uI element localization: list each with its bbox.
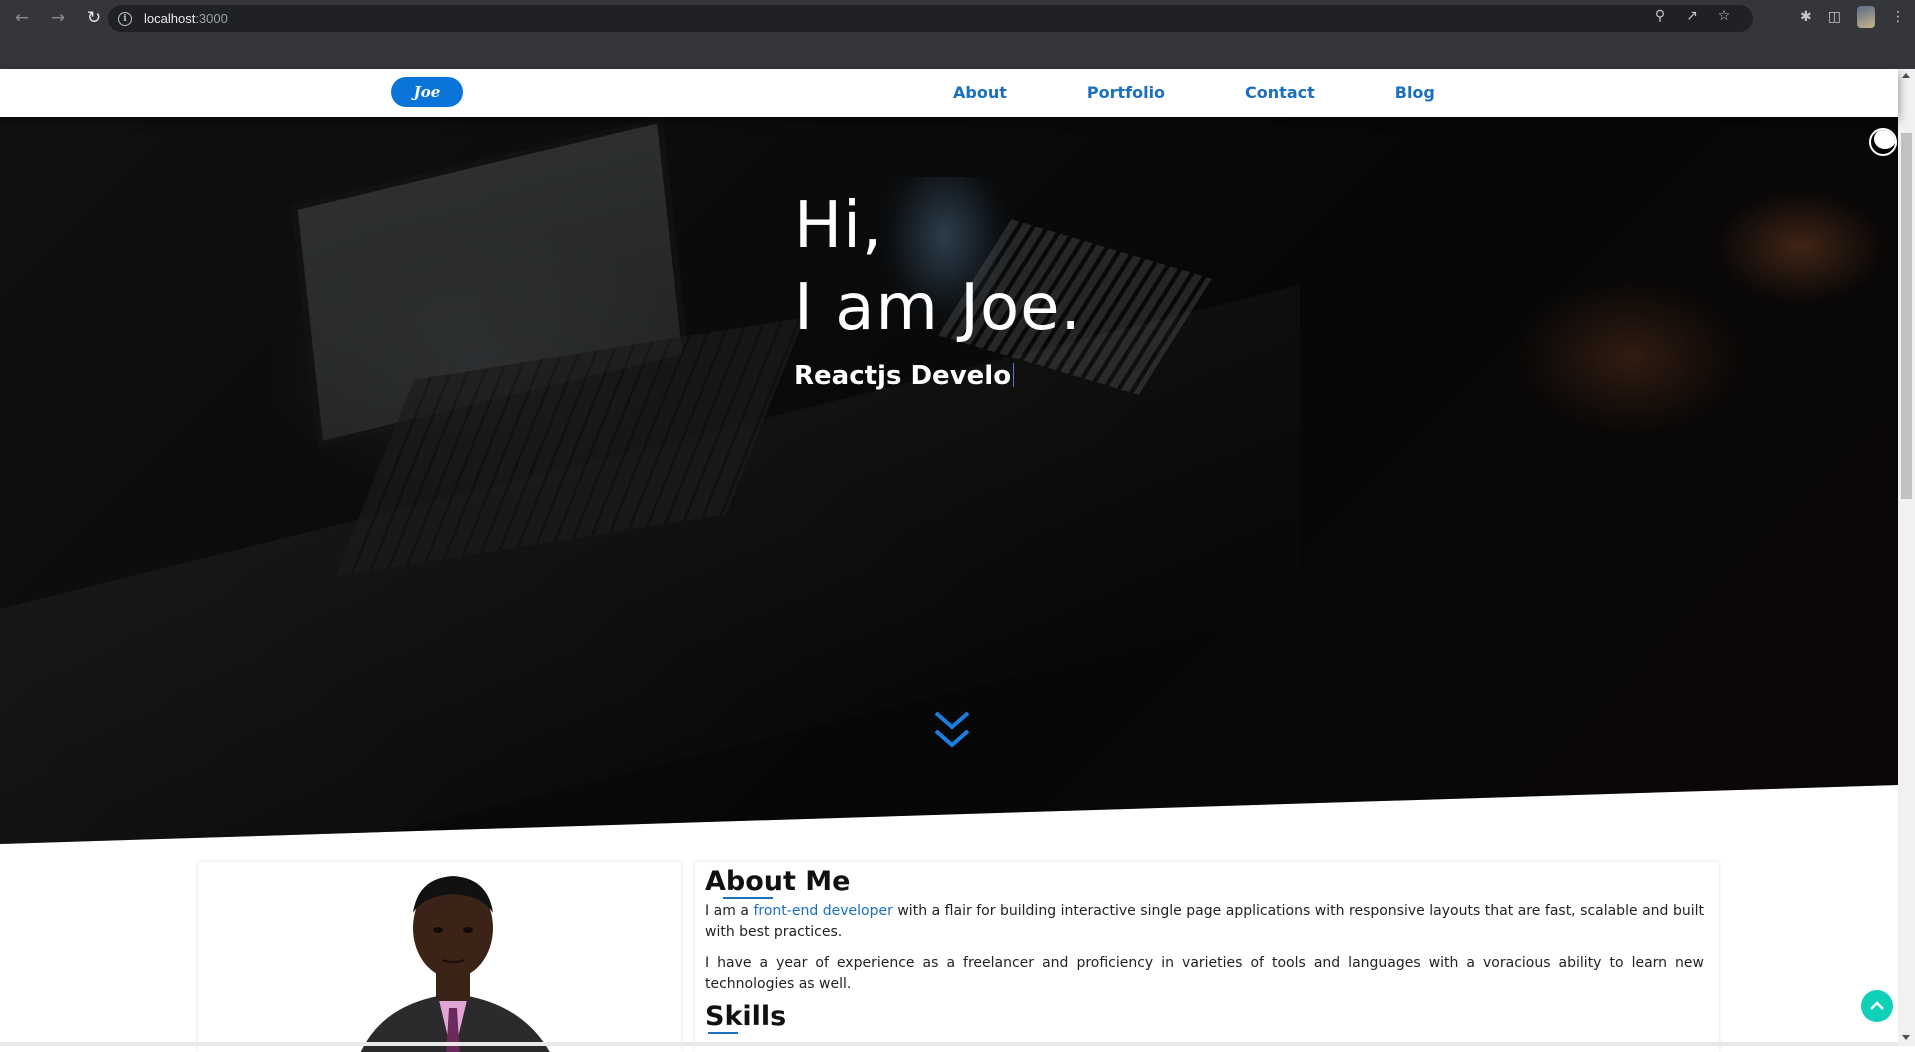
about-paragraph-1: I am a front-end developer with a flair … (705, 901, 1704, 943)
url-port: :3000 (195, 11, 228, 26)
browser-toolbar: ← → ↻ i localhost:3000 ⚲ ↗ ☆ ✱ ◫ ⋮ (0, 0, 1915, 36)
nav-contact[interactable]: Contact (1245, 83, 1315, 102)
logo[interactable]: Joe (391, 77, 463, 107)
hero-role-text: Reactjs Develo (794, 361, 1012, 391)
hero-section: Hi, I am Joe. Reactjs Develo (0, 117, 1898, 844)
extensions-icon[interactable]: ✱ (1800, 9, 1812, 25)
main-nav: About Portfolio Contact Blog (953, 83, 1435, 102)
about-p1-before: I am a (705, 903, 754, 919)
scrollbar-thumb[interactable] (1901, 133, 1912, 499)
chevron-up-icon (1870, 1001, 1884, 1010)
profile-photo-card (198, 862, 681, 1052)
info-icon[interactable]: i (118, 11, 132, 26)
hero-role: Reactjs Develo (794, 361, 1082, 391)
profile-icon[interactable] (1857, 6, 1875, 28)
nav-portfolio[interactable]: Portfolio (1087, 83, 1165, 102)
theme-toggle-icon[interactable] (1869, 128, 1897, 156)
back-icon[interactable]: ← (10, 6, 34, 30)
extension-area: ✱ ◫ ⋮ (1800, 6, 1905, 28)
zoom-icon[interactable]: ⚲ (1651, 8, 1669, 24)
profile-photo (360, 876, 550, 1052)
url-text[interactable]: localhost:3000 (144, 11, 228, 26)
reload-icon[interactable]: ↻ (82, 6, 106, 30)
typing-cursor (1013, 363, 1015, 387)
url-host: localhost (144, 11, 196, 26)
hero-greeting-line1: Hi, (794, 189, 884, 263)
skills-title: Skills (705, 1001, 787, 1034)
scroll-to-top-button[interactable] (1861, 990, 1893, 1022)
share-icon[interactable]: ↗ (1683, 8, 1701, 24)
forward-icon[interactable]: → (46, 6, 70, 30)
scroll-up-arrow-icon[interactable] (1902, 73, 1910, 78)
page-scrollbar[interactable] (1898, 69, 1915, 1046)
about-card: About Me I am a front-end developer with… (695, 862, 1719, 1052)
omnibox-actions: ⚲ ↗ ☆ (1651, 8, 1733, 24)
about-p1-highlight: front-end developer (753, 903, 893, 919)
hero-text: Hi, I am Joe. Reactjs Develo (794, 185, 1082, 391)
browser-chrome-gap (0, 36, 1915, 69)
address-bar[interactable]: i localhost:3000 ⚲ ↗ ☆ (108, 5, 1753, 32)
scroll-down-icon[interactable] (932, 707, 972, 751)
scroll-down-arrow-icon[interactable] (1902, 1035, 1910, 1040)
about-title: About Me (705, 866, 851, 899)
site-header: Joe About Portfolio Contact Blog (0, 69, 1898, 117)
star-icon[interactable]: ☆ (1715, 8, 1733, 24)
side-panel-icon[interactable]: ◫ (1828, 9, 1841, 25)
page-bottom-edge (0, 1042, 1898, 1046)
hero-greeting-line2: I am Joe. (794, 271, 1082, 345)
nav-about[interactable]: About (953, 83, 1007, 102)
menu-icon[interactable]: ⋮ (1891, 9, 1905, 25)
about-paragraph-2: I have a year of experience as a freelan… (705, 955, 1704, 992)
nav-blog[interactable]: Blog (1395, 83, 1435, 102)
